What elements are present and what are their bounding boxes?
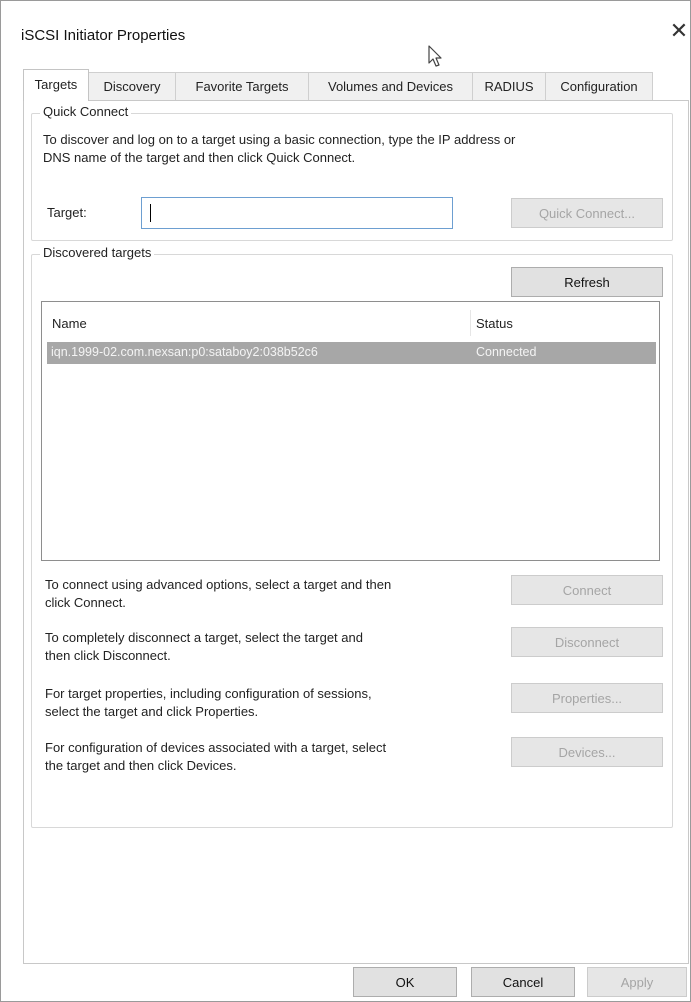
disconnect-button[interactable]: Disconnect (511, 627, 663, 657)
column-header-status[interactable]: Status (476, 316, 513, 331)
ok-button[interactable]: OK (353, 967, 457, 997)
devices-button[interactable]: Devices... (511, 737, 663, 767)
quick-connect-instructions-line1: To discover and log on to a target using… (43, 132, 516, 147)
text-caret (150, 204, 151, 222)
connect-description-line2: click Connect. (45, 595, 126, 610)
column-divider (470, 310, 471, 336)
disconnect-description-line1: To completely disconnect a target, selec… (45, 630, 363, 645)
tab-favorite-targets[interactable]: Favorite Targets (175, 72, 309, 100)
devices-description-line1: For configuration of devices associated … (45, 740, 387, 755)
properties-button[interactable]: Properties... (511, 683, 663, 713)
tab-volumes-and-devices[interactable]: Volumes and Devices (308, 72, 473, 100)
tab-configuration[interactable]: Configuration (545, 72, 653, 100)
tab-discovery[interactable]: Discovery (88, 72, 176, 100)
target-label: Target: (47, 205, 87, 220)
refresh-button[interactable]: Refresh (511, 267, 663, 297)
properties-description-line2: select the target and click Properties. (45, 704, 259, 719)
devices-description-line2: the target and then click Devices. (45, 758, 237, 773)
tab-radius[interactable]: RADIUS (472, 72, 546, 100)
target-name-cell: iqn.1999-02.com.nexsan:p0:sataboy2:038b5… (51, 345, 318, 359)
list-header: Name Status (42, 302, 659, 342)
connect-button[interactable]: Connect (511, 575, 663, 605)
window-title: iSCSI Initiator Properties (21, 27, 186, 44)
apply-button[interactable]: Apply (587, 967, 687, 997)
target-input[interactable] (141, 197, 453, 229)
mouse-cursor-icon (428, 45, 442, 67)
properties-description-line1: For target properties, including configu… (45, 686, 372, 701)
close-icon[interactable]: ✕ (669, 20, 689, 42)
quick-connect-button[interactable]: Quick Connect... (511, 198, 663, 228)
column-header-name[interactable]: Name (52, 316, 87, 331)
disconnect-description-line2: then click Disconnect. (45, 648, 171, 663)
quick-connect-group-label: Quick Connect (40, 104, 132, 119)
discovered-targets-group-label: Discovered targets (40, 245, 155, 260)
cancel-button[interactable]: Cancel (471, 967, 575, 997)
connect-description-line1: To connect using advanced options, selec… (45, 577, 392, 592)
dialog-window: iSCSI Initiator Properties ✕ Targets Dis… (0, 0, 691, 1002)
table-row[interactable]: iqn.1999-02.com.nexsan:p0:sataboy2:038b5… (47, 342, 656, 364)
targets-list[interactable]: Name Status iqn.1999-02.com.nexsan:p0:sa… (41, 301, 660, 561)
target-status-cell: Connected (476, 345, 537, 359)
tab-targets[interactable]: Targets (23, 69, 89, 101)
quick-connect-instructions-line2: DNS name of the target and then click Qu… (43, 150, 356, 165)
